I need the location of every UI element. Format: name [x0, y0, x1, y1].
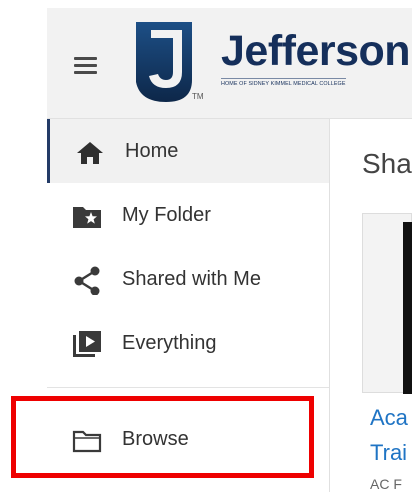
sidebar-item-my-folder[interactable]: My Folder [47, 183, 329, 247]
browse-highlight-box [11, 396, 314, 478]
sidebar-item-label: Shared with Me [122, 268, 261, 290]
sidebar-divider [47, 387, 329, 388]
video-library-icon [73, 331, 101, 357]
sidebar-item-label: Home [125, 140, 179, 162]
sidebar-item-everything[interactable]: Everything [47, 311, 329, 375]
sidebar-item-label: Everything [122, 332, 217, 354]
brand-name: Jefferson [221, 27, 411, 75]
media-card-title-line2[interactable]: Trai [370, 440, 407, 466]
hamburger-menu-icon[interactable] [71, 54, 101, 78]
sidebar-item-home[interactable]: Home [47, 119, 329, 183]
media-card-meta: AC F [370, 476, 402, 492]
home-icon [77, 142, 103, 164]
trademark-mark: TM [192, 92, 204, 101]
thumbnail-image [403, 222, 412, 394]
sidebar-item-label: My Folder [122, 204, 211, 226]
starred-folder-icon [73, 207, 101, 228]
brand-tagline: HOME OF SIDNEY KIMMEL MEDICAL COLLEGE [221, 78, 346, 87]
sidebar-item-shared[interactable]: Shared with Me [47, 247, 329, 311]
media-card-thumbnail[interactable] [362, 213, 412, 394]
page-title: Sha [362, 148, 412, 179]
share-icon [74, 266, 100, 295]
app-header: TM Jefferson HOME OF SIDNEY KIMMEL MEDIC… [47, 8, 412, 119]
media-card-title-line1[interactable]: Aca [370, 405, 408, 431]
